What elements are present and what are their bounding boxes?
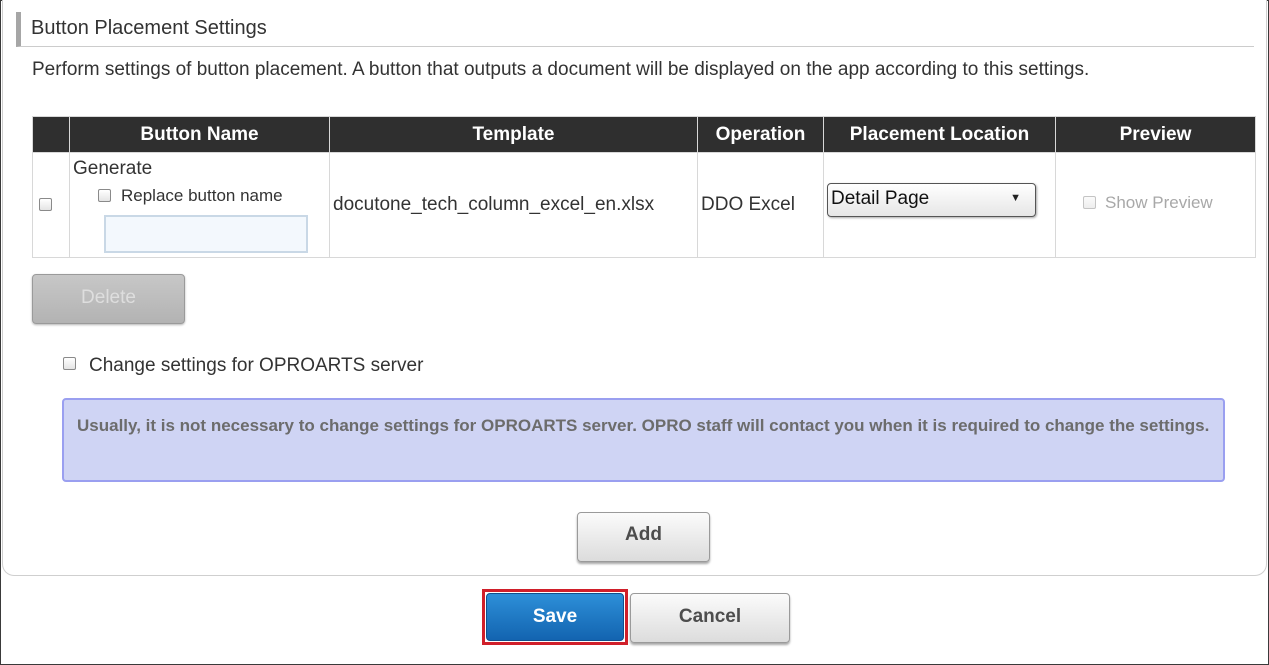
operation-cell: DDO Excel: [697, 152, 824, 258]
table-header-row: Button Name Template Operation Placement…: [32, 116, 1256, 153]
replace-button-name-label[interactable]: Replace button name: [121, 186, 283, 205]
add-button[interactable]: Add: [577, 512, 710, 562]
column-header-preview: Preview: [1055, 116, 1256, 153]
replace-button-name-option: Replace button name: [98, 186, 283, 206]
button-name-cell: Generate Replace button name: [69, 152, 330, 258]
replace-button-name-input[interactable]: [104, 215, 308, 253]
template-filename: docutone_tech_column_excel_en.xlsx: [333, 194, 655, 215]
button-placement-table: Button Name Template Operation Placement…: [32, 116, 1256, 258]
column-header-template: Template: [329, 116, 698, 153]
oproarts-settings-label[interactable]: Change settings for OPROARTS server: [89, 355, 423, 376]
show-preview-label: Show Preview: [1105, 193, 1213, 212]
oproarts-notice: Usually, it is not necessary to change s…: [62, 398, 1225, 482]
row-select-checkbox[interactable]: [39, 198, 52, 211]
replace-button-name-checkbox[interactable]: [98, 189, 111, 202]
preview-cell: Show Preview: [1055, 152, 1256, 258]
column-header-operation: Operation: [697, 116, 824, 153]
button-name-label: Generate: [73, 158, 153, 179]
column-header-select: [32, 116, 70, 153]
show-preview-option: Show Preview: [1083, 193, 1213, 213]
placement-location-value: Detail Page: [831, 188, 930, 209]
placement-location-select[interactable]: Detail Page ▼: [827, 183, 1036, 217]
settings-panel: [2, 0, 1267, 576]
placement-location-cell: Detail Page ▼: [823, 152, 1056, 258]
section-description: Perform settings of button placement. A …: [32, 59, 1090, 80]
row-select-cell: [32, 152, 70, 258]
operation-value: DDO Excel: [701, 194, 795, 215]
cancel-button[interactable]: Cancel: [630, 593, 790, 643]
section-header: Button Placement Settings: [16, 12, 1254, 47]
column-header-placement-location: Placement Location: [823, 116, 1056, 153]
show-preview-checkbox[interactable]: [1083, 196, 1096, 209]
dropdown-arrow-icon: ▼: [1010, 192, 1021, 204]
table-row: Generate Replace button name docutone_te…: [32, 152, 1256, 258]
delete-button[interactable]: Delete: [32, 274, 185, 324]
column-header-button-name: Button Name: [69, 116, 330, 153]
save-button[interactable]: Save: [486, 593, 624, 641]
oproarts-settings-option: Change settings for OPROARTS server: [63, 355, 423, 377]
template-cell: docutone_tech_column_excel_en.xlsx: [329, 152, 698, 258]
oproarts-settings-checkbox[interactable]: [63, 357, 76, 370]
section-title: Button Placement Settings: [31, 17, 267, 39]
